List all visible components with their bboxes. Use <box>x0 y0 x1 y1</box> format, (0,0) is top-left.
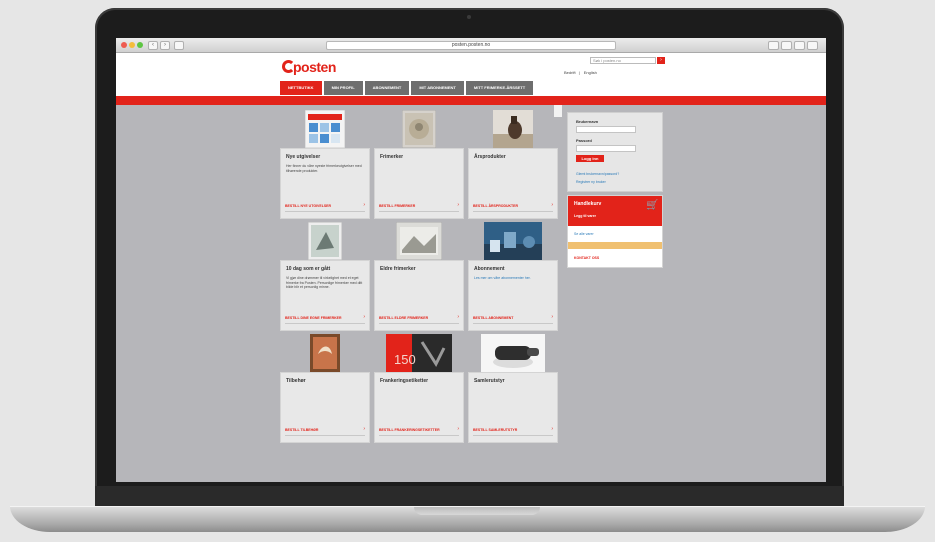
back-icon[interactable]: ‹ <box>148 41 158 50</box>
card-title: Abonnement <box>474 266 505 272</box>
personal-stamp-image <box>308 222 342 260</box>
maximize-window-icon[interactable] <box>137 42 143 48</box>
card-title: 10 dag som er gått <box>286 266 331 272</box>
card-link[interactable]: BESTILL SAMLERUTSTYR <box>473 428 517 432</box>
old-stamps-image <box>396 222 442 260</box>
laptop-chin <box>95 486 844 506</box>
card-title: Samlerutstyr <box>474 378 505 384</box>
postage-labels-image: 150 <box>386 334 452 372</box>
password-label: Passord <box>576 138 592 143</box>
cart-header: Handlekurv 🛒 Legg til varer <box>568 196 662 226</box>
cart-panel: Handlekurv 🛒 Legg til varer Se alle vare… <box>567 195 663 268</box>
tab-frimerke-arssett[interactable]: MITT FRIMERKE-ÅRSSETT <box>465 81 534 95</box>
tab-mitt-abonnement[interactable]: MIT ABONNEMENT <box>411 81 464 95</box>
register-link[interactable]: Registrer ny bruker <box>576 180 606 184</box>
card-title: Tilbehør <box>286 378 306 384</box>
cart-title: Handlekurv <box>574 201 602 207</box>
shopping-cart-icon[interactable]: 🛒 <box>646 201 658 211</box>
camera-icon <box>467 15 471 19</box>
search-button[interactable]: › <box>657 57 665 64</box>
card-title: Eldre frimerker <box>380 266 416 272</box>
browser-toolbar: ‹ › posten.posten.no <box>116 38 826 53</box>
chevron-right-icon[interactable]: › <box>457 314 459 320</box>
main-nav: NETTBUTIKK MIN PROFIL ABONNEMENT MIT ABO… <box>280 81 534 95</box>
card-link[interactable]: BESTILL NYE UTGIVELSER <box>285 204 331 208</box>
card-link[interactable]: BESTILL FRANKERINGSETIKETTER <box>379 428 440 432</box>
divider <box>285 323 365 324</box>
card-link[interactable]: BESTILL ABONNEMENT <box>473 316 513 320</box>
close-window-icon[interactable] <box>121 42 127 48</box>
cart-view-link[interactable]: Se alle varer <box>574 232 594 236</box>
svg-text:150: 150 <box>394 352 416 367</box>
browser-screen: ‹ › posten.posten.no posten Søk i posten… <box>116 38 826 482</box>
card-title: Årsprodukter <box>474 154 506 160</box>
divider <box>473 435 553 436</box>
stamp-sheet-image <box>305 110 345 148</box>
card-title: Frimerker <box>380 154 404 160</box>
subscription-image <box>484 222 542 260</box>
nav-underline-bar <box>116 96 826 105</box>
chevron-right-icon[interactable]: › <box>363 314 365 320</box>
card-link[interactable]: BESTILL DINE EGNE FRIMERKER <box>285 316 342 320</box>
divider <box>285 435 365 436</box>
divider <box>473 211 553 212</box>
top-links: Bedrift | English <box>564 70 597 75</box>
stamp-image <box>402 110 436 148</box>
tab-abonnement[interactable]: ABONNEMENT <box>364 81 410 95</box>
new-tab-icon[interactable] <box>794 41 805 50</box>
divider <box>473 323 553 324</box>
tab-min-profil[interactable]: MIN PROFIL <box>323 81 363 95</box>
laptop-notch <box>414 507 540 515</box>
login-button[interactable]: Logg inn <box>576 155 604 162</box>
chevron-right-icon[interactable]: › <box>457 426 459 432</box>
tab-nettbutikk[interactable]: NETTBUTIKK <box>280 81 322 95</box>
divider <box>285 211 365 212</box>
chevron-right-icon[interactable]: › <box>363 202 365 208</box>
site-header: posten Søk i posten.no › Bedrift | Englis… <box>116 53 826 98</box>
accessories-image <box>310 334 340 372</box>
card-description-link[interactable]: Les mer om våre abonnementer her. <box>474 276 554 281</box>
search-input[interactable]: Søk i posten.no <box>590 57 656 64</box>
username-label: Brukernavn <box>576 119 599 124</box>
divider <box>379 435 459 436</box>
divider <box>379 323 459 324</box>
downloads-icon[interactable] <box>807 41 818 50</box>
chevron-right-icon[interactable]: › <box>551 426 553 432</box>
card-description: Her finner du våre nyeste frimerkeutgive… <box>286 164 362 173</box>
chevron-right-icon[interactable]: › <box>551 202 553 208</box>
forward-icon[interactable]: › <box>160 41 170 50</box>
cart-strip <box>568 242 662 249</box>
share-icon[interactable] <box>768 41 779 50</box>
login-panel: Brukernavn Passord Logg inn Glemt bruker… <box>567 112 663 192</box>
toplink-english[interactable]: English <box>584 70 597 75</box>
card-link[interactable]: BESTILL TILBEHØR <box>285 428 318 432</box>
password-field[interactable] <box>576 145 636 152</box>
card-title: Frankeringsetiketter <box>380 378 429 384</box>
card-title: Nye utgivelser <box>286 154 321 160</box>
chevron-right-icon[interactable]: › <box>551 314 553 320</box>
minimize-window-icon[interactable] <box>129 42 135 48</box>
tabs-icon[interactable] <box>781 41 792 50</box>
sidebar-toggle-icon[interactable] <box>174 41 184 50</box>
forgot-password-link[interactable]: Glemt brukernavn/passord? <box>576 172 619 176</box>
address-bar[interactable]: posten.posten.no <box>326 41 616 50</box>
chevron-right-icon[interactable]: › <box>363 426 365 432</box>
collector-equipment-image <box>481 334 545 372</box>
site-logo[interactable]: posten <box>293 59 336 75</box>
card-link[interactable]: BESTILL FRIMERKER <box>379 204 415 208</box>
contact-link[interactable]: KONTAKT OSS <box>574 256 599 260</box>
cart-subtitle: Legg til varer <box>574 214 596 218</box>
card-link[interactable]: BESTILL ÅRSPRODUKTER <box>473 204 518 208</box>
card-link[interactable]: BESTILL ELDRE FRIMERKER <box>379 316 428 320</box>
chevron-right-icon[interactable]: › <box>457 202 459 208</box>
toplink-business[interactable]: Bedrift <box>564 70 576 75</box>
laptop-base <box>10 506 925 532</box>
card-description: Vi gjør dine drømmer til virkelighet med… <box>286 276 363 289</box>
divider <box>379 211 459 212</box>
annual-product-image <box>493 110 533 148</box>
username-field[interactable] <box>576 126 636 133</box>
scroll-handle[interactable] <box>554 105 562 117</box>
